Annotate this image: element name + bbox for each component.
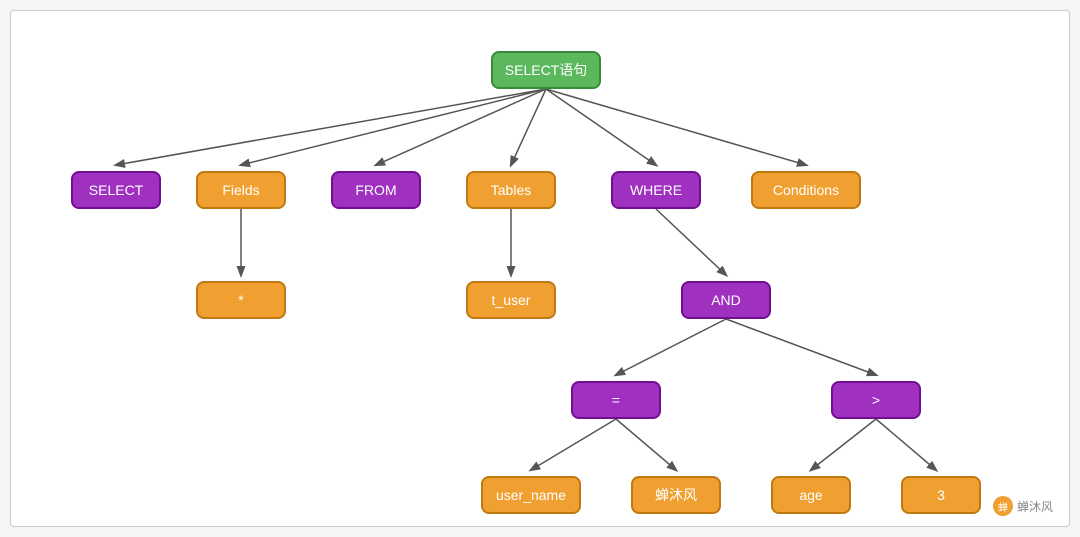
node-root: SELECT语句 [491,51,601,89]
watermark-text: 蝉沐风 [1017,498,1053,515]
watermark: 蝉 蝉沐风 [987,494,1059,518]
node-mufu: 蝉沐风 [631,476,721,514]
node-three: 3 [901,476,981,514]
node-fields: Fields [196,171,286,209]
node-star: * [196,281,286,319]
node-tables: Tables [466,171,556,209]
node-select: SELECT [71,171,161,209]
node-gt: > [831,381,921,419]
node-conditions: Conditions [751,171,861,209]
node-and: AND [681,281,771,319]
diagram-container: SELECT语句 SELECT Fields FROM Tables WHERE Condi… [10,10,1070,527]
node-where: WHERE [611,171,701,209]
node-eq: = [571,381,661,419]
watermark-icon: 蝉 [993,496,1013,516]
node-from: FROM [331,171,421,209]
node-tuser: t_user [466,281,556,319]
node-age: age [771,476,851,514]
node-username: user_name [481,476,581,514]
